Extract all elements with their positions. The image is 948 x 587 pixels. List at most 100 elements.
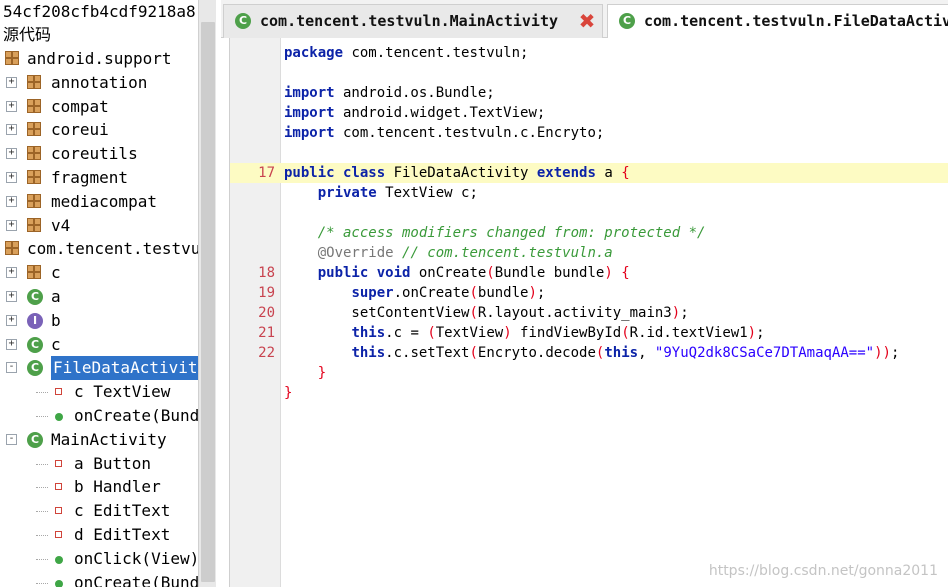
code-line[interactable]: 22 this.c.setText(Encryto.decode(this, "… [230,343,948,363]
code-editor[interactable]: package com.tencent.testvuln; import andr… [229,38,948,587]
class-icon: C [27,336,43,353]
tree-node-field[interactable]: b Handler [0,475,198,499]
tab-file-data-activity[interactable]: C com.tencent.testvuln.FileDataActivity [607,4,948,39]
tree-node-field[interactable]: c TextView [0,380,198,404]
code-line[interactable]: } [230,383,948,403]
class-icon: C [235,13,251,29]
expand-icon[interactable]: + [6,76,17,88]
code-token: com.tencent.testvuln.c.Encryto; [334,125,605,141]
code-line[interactable]: @Override // com.tencent.testvuln.a [230,243,948,263]
tree-node-package[interactable]: + annotation [0,71,198,95]
source-code-node[interactable]: 源代码 [3,24,51,46]
expand-icon[interactable]: + [6,195,17,207]
code-text: import com.tencent.testvuln.c.Encryto; [284,123,604,143]
expand-icon[interactable]: + [6,100,17,112]
code-line[interactable]: import android.os.Bundle; [230,83,948,103]
tree-node-package[interactable]: + v4 [0,214,198,238]
code-line[interactable] [230,63,948,83]
project-tree[interactable]: 54cf208cfb4cdf9218a8 源代码 android.support… [0,0,198,587]
expand-icon[interactable]: + [6,291,17,302]
code-token: .c = [385,325,428,341]
tree-node-interface[interactable]: + Ib [0,309,198,333]
code-token: , [638,345,655,361]
code-line[interactable]: package com.tencent.testvuln; [230,43,948,63]
tree-node-class[interactable]: - C MainActivity [0,428,198,452]
tree-node-label: b [51,310,61,330]
code-line[interactable]: 19 super.onCreate(bundle); [230,283,948,303]
tree-scrollbar-thumb[interactable] [201,22,215,582]
tree-node-class[interactable]: + Cc [0,333,198,357]
tree-node-package[interactable]: android.support [0,47,198,71]
tree-node-package[interactable]: + mediacompat [0,190,198,214]
field-icon [55,388,62,396]
code-line[interactable]: import com.tencent.testvuln.c.Encryto; [230,123,948,143]
tree-node-package[interactable]: + fragment [0,166,198,190]
tree-node-label: b Handler [74,477,161,497]
code-line[interactable]: import android.widget.TextView; [230,103,948,123]
tree-node-method[interactable]: onCreate(Bundle) [0,571,198,587]
tree-scrollbar[interactable] [198,0,216,587]
tree-node-class[interactable]: + Ca [0,285,198,309]
code-token: public void [317,265,411,281]
expand-icon[interactable]: + [6,124,17,136]
code-token: R.id.textView1 [629,325,748,341]
close-icon[interactable]: ✖ [578,5,596,37]
expand-icon[interactable]: + [6,338,17,350]
tree-connector [36,392,48,394]
tree-node-package[interactable]: + coreutils [0,142,198,166]
code-token: ) [882,345,891,361]
code-line[interactable]: 21 this.c = (TextView) findViewById(R.id… [230,323,948,343]
code-line[interactable]: /* access modifiers changed from: protec… [230,223,948,243]
code-token: { [621,265,630,281]
tree-node-package[interactable]: com.tencent.testvuln [0,237,198,261]
code-token: } [284,385,293,401]
code-token: super [351,285,394,301]
tree-node-field[interactable]: d EditText [0,523,198,547]
tab-main-activity[interactable]: C com.tencent.testvuln.MainActivity ✖ [223,4,603,38]
code-line[interactable]: private TextView c; [230,183,948,203]
expand-icon[interactable]: + [6,314,17,326]
tree-node-label: coreui [51,120,109,140]
class-icon: C [27,431,43,448]
collapse-icon[interactable]: - [6,433,17,445]
tree-node-label: v4 [51,215,71,235]
code-token: ) [528,285,537,301]
tree-node-method[interactable]: onCreate(Bundle) [0,404,198,428]
tree-node-method[interactable]: onClick(View) [0,547,198,571]
expand-icon[interactable]: + [6,172,17,183]
code-token: ; [536,285,546,301]
code-token: ; [890,345,900,361]
code-token: this [604,345,639,361]
code-line[interactable]: 18 public void onCreate(Bundle bundle) { [230,263,948,283]
code-token: ; [756,325,765,341]
code-token: Encryto.decode [477,345,596,361]
tree-node-label: compat [51,96,109,116]
expand-icon[interactable]: + [6,267,17,279]
tree-node-package[interactable]: + c [0,261,198,285]
package-icon [5,51,19,65]
tree-node-class[interactable]: - C FileDataActivity [0,356,198,381]
code-text: this.c = (TextView) findViewById(R.id.te… [284,323,765,343]
code-token: ( [486,265,495,281]
code-line[interactable] [230,143,948,163]
collapse-icon[interactable]: - [6,362,17,374]
code-line[interactable] [230,203,948,223]
tree-node-field[interactable]: c EditText [0,499,198,523]
tree-node-field[interactable]: a Button [0,452,198,476]
tree-node-package[interactable]: + coreui [0,118,198,142]
code-line[interactable]: 20 setContentView(R.layout.activity_main… [230,303,948,323]
package-icon [27,193,41,208]
code-token: ) [874,345,883,361]
code-line[interactable]: } [230,363,948,383]
tree-node-package[interactable]: + compat [0,95,198,119]
expand-icon[interactable]: + [6,219,17,231]
tree-connector [36,582,48,584]
field-icon [55,507,62,515]
code-line[interactable]: 17 public class FileDataActivity extends … [230,163,948,183]
expand-icon[interactable]: + [6,148,17,160]
code-text: @Override // com.tencent.testvuln.a [284,243,613,263]
